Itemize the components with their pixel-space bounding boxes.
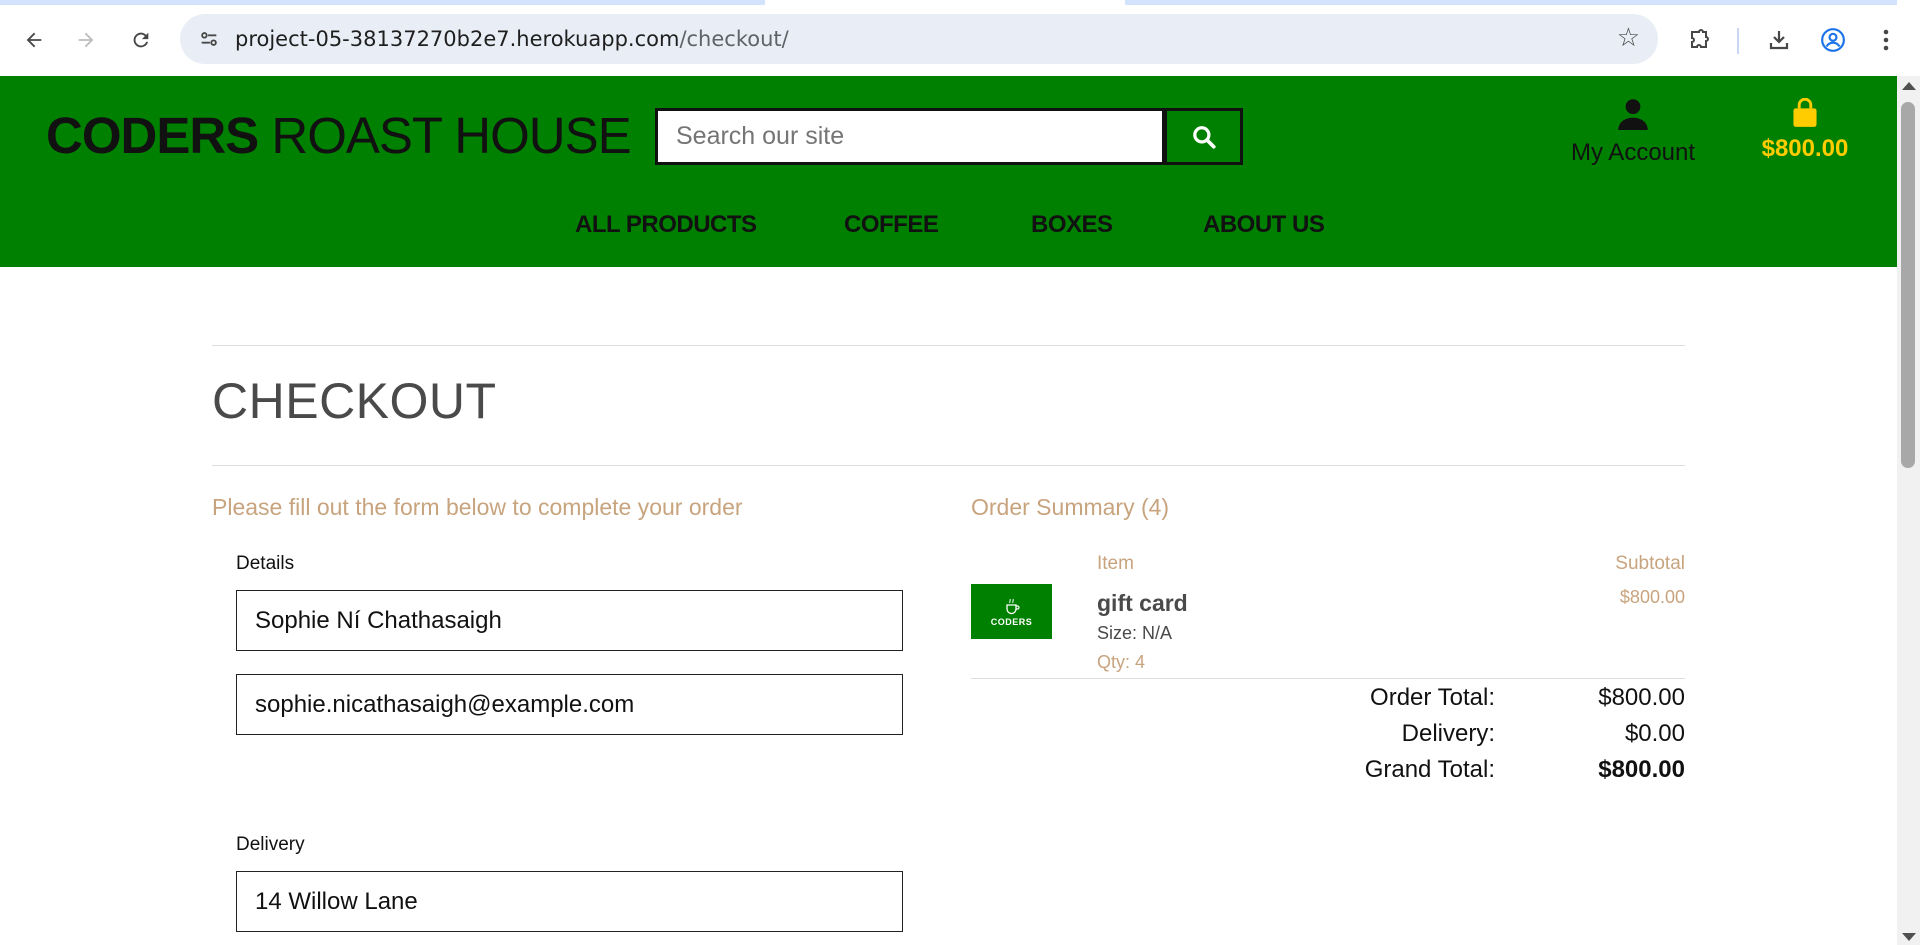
item-subtotal: $800.00 bbox=[1619, 587, 1685, 607]
kebab-menu-icon[interactable] bbox=[1866, 20, 1906, 60]
delivery-label: Delivery: bbox=[1401, 720, 1495, 747]
search-form bbox=[655, 108, 1243, 165]
browser-chrome: project-05-38137270b2e7.herokuapp.com/ch… bbox=[0, 0, 1920, 76]
site-header: CODERS ROAST HOUSE My Account $800.00 AL… bbox=[0, 76, 1897, 267]
thumbnail-text: CODERS bbox=[990, 616, 1033, 627]
email-field[interactable] bbox=[236, 674, 903, 735]
tab-strip bbox=[1125, 0, 1897, 5]
street-address-field[interactable] bbox=[236, 871, 903, 932]
page-title: CHECKOUT bbox=[212, 373, 497, 429]
back-button[interactable] bbox=[14, 20, 54, 60]
item-column-header: Item bbox=[1097, 553, 1134, 574]
divider bbox=[212, 345, 1685, 346]
nav-coffee[interactable]: COFFEE bbox=[844, 211, 939, 239]
address-bar[interactable]: project-05-38137270b2e7.herokuapp.com/ch… bbox=[180, 14, 1658, 64]
order-total-value: $800.00 bbox=[1598, 684, 1685, 711]
reload-icon bbox=[133, 32, 149, 48]
site-logo[interactable]: CODERS ROAST HOUSE bbox=[46, 106, 632, 165]
puzzle-icon bbox=[1691, 29, 1709, 48]
search-button[interactable] bbox=[1164, 108, 1243, 165]
order-summary-title: Order Summary (4) bbox=[971, 494, 1170, 520]
tab-strip bbox=[0, 0, 765, 5]
arrow-right-icon bbox=[78, 32, 94, 48]
download-icon bbox=[1769, 31, 1789, 50]
coffee-cup-icon bbox=[1005, 598, 1020, 614]
search-icon bbox=[1192, 125, 1216, 149]
profile-button[interactable] bbox=[1813, 20, 1853, 60]
shopping-bag-link[interactable]: $800.00 bbox=[1755, 97, 1855, 163]
tune-icon[interactable] bbox=[194, 24, 224, 54]
logo-bold: CODERS bbox=[46, 107, 259, 164]
delivery-legend: Delivery bbox=[236, 834, 305, 855]
details-legend: Details bbox=[236, 553, 295, 574]
url-host: project-05-38137270b2e7.herokuapp.com bbox=[235, 27, 680, 51]
my-account-link[interactable]: My Account bbox=[1568, 98, 1698, 167]
divider bbox=[212, 465, 1685, 466]
search-input[interactable] bbox=[655, 108, 1165, 165]
logo-rest: ROAST HOUSE bbox=[258, 107, 631, 164]
reload-button[interactable] bbox=[121, 20, 161, 60]
bag-total: $800.00 bbox=[1761, 135, 1849, 162]
toolbar-separator bbox=[1737, 28, 1739, 54]
nav-boxes[interactable]: BOXES bbox=[1031, 211, 1113, 239]
scrollbar-thumb[interactable] bbox=[1901, 102, 1915, 468]
url-text[interactable]: project-05-38137270b2e7.herokuapp.com/ch… bbox=[235, 27, 789, 51]
profile-icon bbox=[1821, 28, 1845, 52]
my-account-label: My Account bbox=[1570, 139, 1696, 166]
full-name-field[interactable] bbox=[236, 590, 903, 651]
grand-total-value: $800.00 bbox=[1598, 756, 1685, 783]
grand-total-label: Grand Total: bbox=[1364, 756, 1495, 783]
extensions-button[interactable] bbox=[1679, 20, 1719, 60]
user-icon bbox=[1618, 99, 1648, 130]
page-scrollbar[interactable] bbox=[1897, 76, 1920, 945]
scroll-up-arrow[interactable] bbox=[1902, 82, 1916, 90]
star-icon[interactable]: ☆ bbox=[1617, 23, 1640, 53]
order-total-label: Order Total: bbox=[1370, 684, 1495, 711]
delivery-value: $0.00 bbox=[1624, 720, 1685, 747]
nav-all-products[interactable]: ALL PRODUCTS bbox=[575, 211, 757, 239]
form-intro: Please fill out the form below to comple… bbox=[212, 494, 743, 520]
downloads-button[interactable] bbox=[1759, 20, 1799, 60]
nav-about-us[interactable]: ABOUT US bbox=[1203, 211, 1325, 239]
forward-button[interactable] bbox=[66, 20, 106, 60]
divider bbox=[971, 678, 1685, 679]
scroll-down-arrow[interactable] bbox=[1902, 933, 1916, 941]
shopping-bag-icon bbox=[1793, 97, 1817, 127]
url-path: /checkout/ bbox=[679, 27, 789, 51]
item-quantity: Qty: 4 bbox=[1097, 652, 1146, 672]
arrow-left-icon bbox=[26, 32, 42, 48]
item-size: Size: N/A bbox=[1097, 623, 1173, 643]
subtotal-column-header: Subtotal bbox=[1615, 553, 1685, 574]
product-thumbnail: CODERS bbox=[971, 584, 1052, 639]
item-name: gift card bbox=[1097, 590, 1188, 616]
